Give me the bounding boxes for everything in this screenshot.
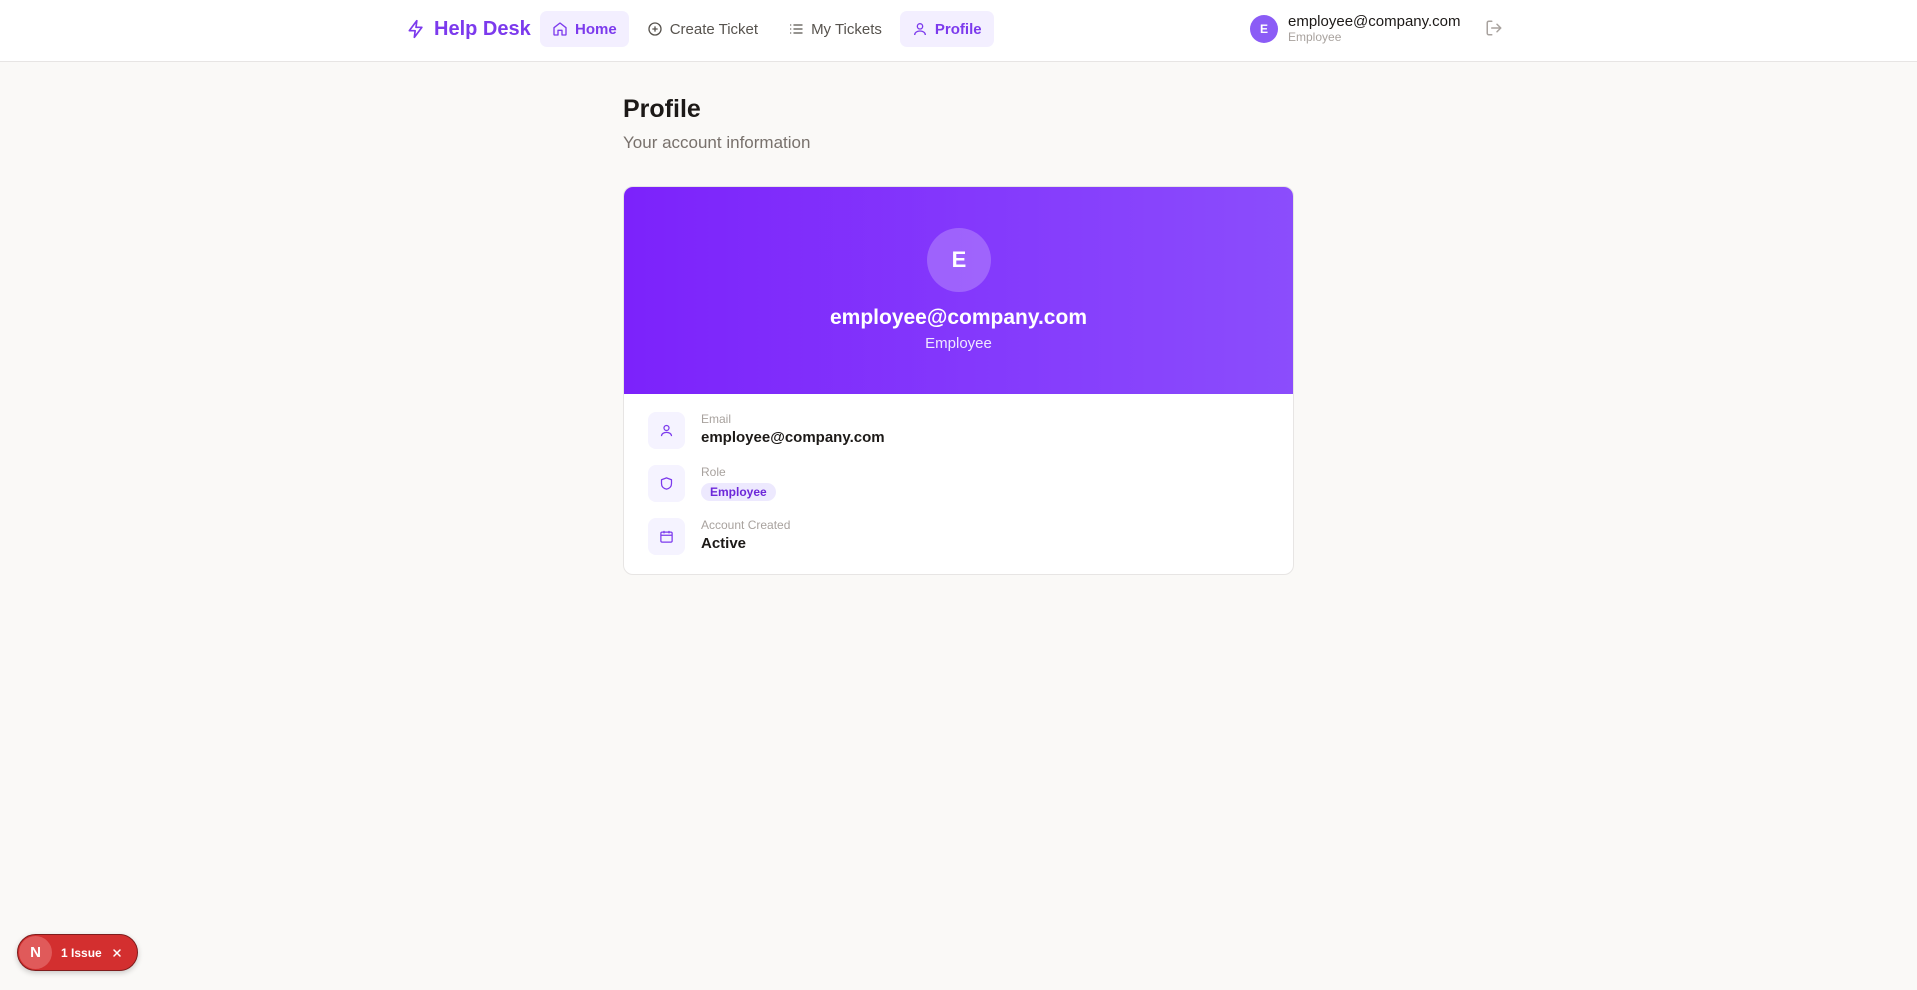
nav-profile-label: Profile	[934, 20, 982, 38]
nav-create-ticket-label: Create Ticket	[669, 20, 759, 38]
nav-my-tickets[interactable]: My Tickets	[776, 11, 894, 47]
profile-card: E employee@company.com Employee Email em…	[623, 186, 1294, 575]
top-navigation-bar: Help Desk Home Create Ticket My Tickets …	[0, 0, 1917, 62]
dev-issues-badge[interactable]: N 1 Issue	[17, 934, 138, 971]
page-subtitle: Your account information	[623, 133, 811, 152]
home-icon	[553, 22, 567, 36]
profile-email: employee@company.com	[829, 306, 1087, 329]
page-title: Profile	[623, 95, 701, 123]
plus-circle-icon	[648, 22, 662, 36]
detail-email: Email employee@company.com	[648, 412, 1268, 465]
nav-home[interactable]: Home	[540, 11, 629, 47]
nav-my-tickets-label: My Tickets	[811, 20, 882, 38]
logout-icon[interactable]	[1485, 19, 1503, 37]
user-email: employee@company.com	[1288, 13, 1461, 30]
avatar: E	[1250, 14, 1278, 43]
brand-logo[interactable]: Help Desk	[406, 14, 531, 44]
shield-icon	[648, 465, 685, 502]
role-badge: Employee	[701, 483, 776, 502]
detail-role-label: Role	[701, 465, 726, 479]
calendar-icon	[648, 518, 685, 555]
profile-details: Email employee@company.com Role Employee	[648, 412, 1268, 571]
nextjs-logo-icon: N	[19, 936, 52, 969]
issues-count: 1 Issue	[61, 945, 102, 960]
nav-profile[interactable]: Profile	[899, 11, 994, 47]
user-icon	[913, 23, 926, 36]
list-icon	[790, 24, 803, 34]
detail-created-value: Active	[701, 535, 747, 553]
profile-avatar: E	[927, 228, 991, 292]
detail-role: Role Employee	[648, 465, 1268, 518]
detail-account-created: Account Created Active	[648, 518, 1268, 571]
lightning-icon	[408, 19, 423, 39]
user-menu[interactable]: E employee@company.com Employee	[1250, 13, 1461, 44]
nav-create-ticket[interactable]: Create Ticket	[635, 11, 770, 47]
detail-email-label: Email	[701, 412, 732, 426]
profile-role: Employee	[925, 335, 992, 352]
detail-email-value: employee@company.com	[701, 429, 885, 447]
profile-hero: E employee@company.com Employee	[624, 187, 1293, 394]
close-icon[interactable]	[111, 947, 123, 959]
brand-name: Help Desk	[434, 17, 531, 40]
user-info: employee@company.com Employee	[1288, 13, 1461, 44]
main-nav: Home Create Ticket My Tickets Profile	[540, 11, 994, 47]
user-role: Employee	[1288, 29, 1342, 44]
user-icon	[648, 412, 685, 449]
detail-created-label: Account Created	[701, 518, 791, 532]
nav-home-label: Home	[575, 20, 617, 38]
